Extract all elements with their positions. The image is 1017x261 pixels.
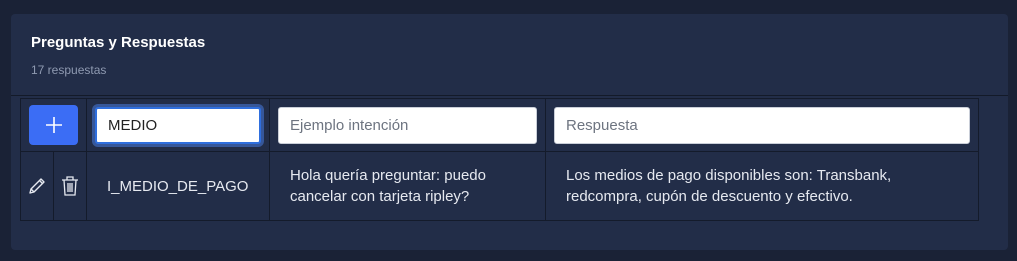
- edit-button[interactable]: [21, 152, 54, 220]
- actions-cell: [20, 151, 87, 221]
- answer-cell: [545, 98, 979, 152]
- new-entry-row: [20, 98, 979, 152]
- add-button[interactable]: [29, 105, 78, 145]
- qa-table: I_MEDIO_DE_PAGO Hola quería preguntar: p…: [20, 98, 979, 221]
- pencil-icon: [29, 178, 45, 194]
- response-count: 17 respuestas: [31, 63, 107, 77]
- answer-input[interactable]: [554, 106, 970, 144]
- intent-name: I_MEDIO_DE_PAGO: [86, 151, 270, 221]
- panel-header: Preguntas y Respuestas 17 respuestas: [11, 14, 1008, 96]
- delete-button[interactable]: [54, 152, 86, 220]
- panel-title: Preguntas y Respuestas: [31, 34, 206, 51]
- trash-icon: [62, 176, 78, 196]
- plus-icon: [45, 117, 62, 133]
- example-input[interactable]: [278, 106, 537, 144]
- intent-input[interactable]: [95, 106, 261, 144]
- intent-cell: [86, 98, 270, 152]
- example-cell: [269, 98, 546, 152]
- add-cell: [20, 98, 87, 152]
- answer-text: Los medios de pago disponibles son: Tran…: [545, 151, 979, 221]
- question-text: Hola quería preguntar: puedo cancelar co…: [269, 151, 546, 221]
- table-row: I_MEDIO_DE_PAGO Hola quería preguntar: p…: [20, 151, 979, 221]
